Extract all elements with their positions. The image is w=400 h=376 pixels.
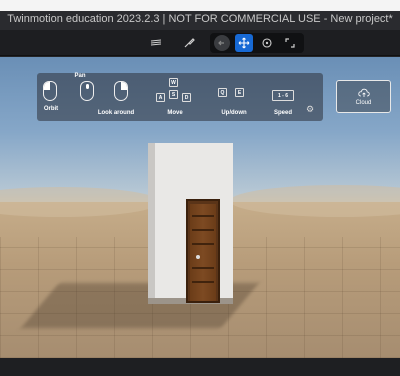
- mouse-middle-icon: [80, 81, 94, 101]
- layers-icon: [150, 39, 162, 46]
- key-w: W: [169, 78, 178, 87]
- orbit-icon: [262, 38, 272, 48]
- mouse-right-icon: [114, 81, 128, 101]
- door-panel-line: [192, 243, 214, 245]
- door-panel-line: [192, 267, 214, 269]
- brush-icon: [184, 38, 195, 48]
- orbit-label: Orbit: [43, 106, 59, 112]
- back-arrow-icon: [218, 40, 224, 46]
- speed-keys: 1 - 6: [272, 90, 294, 102]
- pan-control: [80, 81, 96, 101]
- move-label: Move: [167, 110, 183, 116]
- toolbar: [0, 30, 400, 56]
- gear-icon: ⚙: [305, 104, 315, 114]
- speed-label: Speed: [273, 110, 292, 116]
- move-keys: W A S D: [152, 78, 198, 110]
- expand-button[interactable]: [281, 34, 299, 52]
- back-button[interactable]: [214, 35, 230, 51]
- key-speed: 1 - 6: [272, 90, 294, 101]
- key-a: A: [156, 93, 165, 102]
- door-knob: [196, 255, 200, 259]
- brush-button[interactable]: [180, 34, 198, 52]
- look-around-control: [114, 81, 130, 101]
- layers-button[interactable]: [147, 34, 165, 52]
- move-icon: [238, 37, 250, 49]
- pan-label: Pan: [74, 73, 86, 79]
- door-panel-line: [192, 215, 214, 217]
- expand-icon: [285, 38, 295, 48]
- mouse-left-icon: [43, 81, 57, 101]
- orbit-mode-button[interactable]: [258, 34, 276, 52]
- key-e: E: [235, 88, 244, 97]
- settings-button[interactable]: ⚙: [305, 104, 315, 114]
- orbit-control: Orbit: [43, 81, 59, 112]
- updown-label: Up/down: [221, 110, 247, 116]
- door-panel-line: [192, 229, 214, 231]
- move-mode-button[interactable]: [235, 34, 253, 52]
- cloud-label: Cloud: [355, 99, 372, 106]
- door-panel-line: [192, 281, 214, 283]
- window-title: Twinmotion education 2023.2.3 | NOT FOR …: [7, 13, 393, 25]
- cloud-button[interactable]: Cloud: [336, 80, 391, 113]
- top-light-strip: [0, 0, 400, 11]
- cloud-upload-icon: [357, 88, 370, 97]
- key-q: Q: [218, 88, 227, 97]
- key-s: S: [169, 90, 178, 99]
- look-around-label: Look around: [97, 110, 135, 116]
- door: [190, 204, 216, 301]
- bottom-bar: [0, 358, 400, 376]
- updown-keys: Q E: [216, 88, 252, 108]
- key-d: D: [182, 93, 191, 102]
